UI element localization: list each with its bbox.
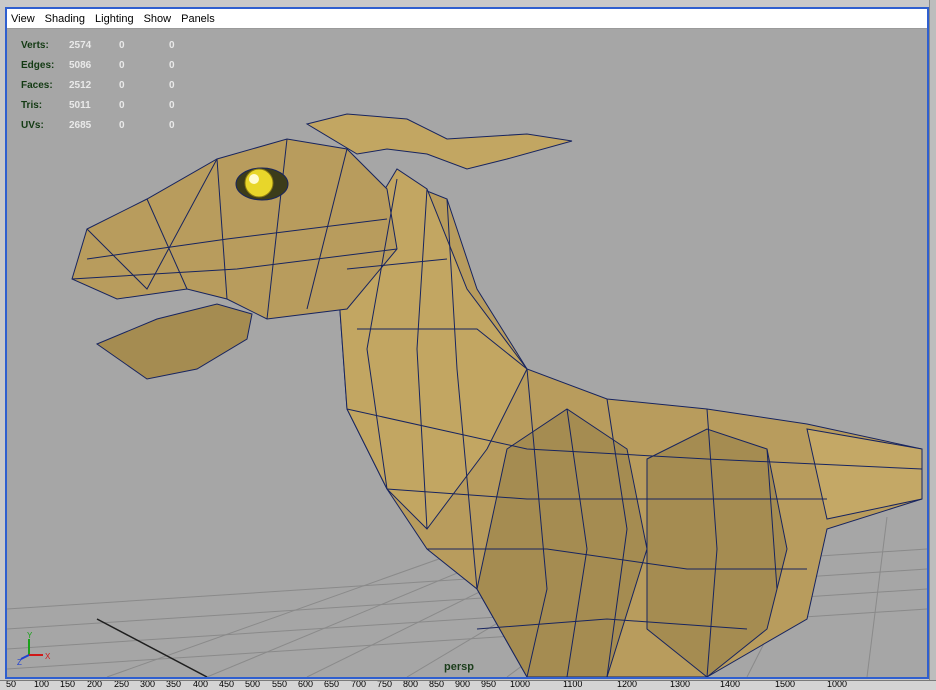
ruler-tick: 1500 bbox=[775, 680, 796, 689]
panel-splitter[interactable] bbox=[929, 0, 936, 689]
ruler-tick: 400 bbox=[193, 680, 209, 689]
ruler-tick: 950 bbox=[481, 680, 497, 689]
ruler-tick: 50 bbox=[6, 680, 17, 689]
hud-row-tris: Tris: 5011 0 0 bbox=[21, 99, 175, 111]
ruler-tick: 1000 bbox=[827, 680, 848, 689]
ruler-tick: 600 bbox=[298, 680, 314, 689]
axis-x-label: X bbox=[45, 652, 51, 661]
ruler-tick: 350 bbox=[166, 680, 182, 689]
viewport-menubar: View Shading Lighting Show Panels bbox=[7, 9, 927, 29]
ruler-tick: 500 bbox=[245, 680, 261, 689]
ruler-tick: 650 bbox=[324, 680, 340, 689]
menu-lighting[interactable]: Lighting bbox=[95, 13, 134, 25]
ruler-tick: 150 bbox=[60, 680, 76, 689]
axis-y-label: Y bbox=[27, 631, 33, 640]
hud-row-edges: Edges: 5086 0 0 bbox=[21, 59, 175, 71]
menu-panels[interactable]: Panels bbox=[181, 13, 215, 25]
hud-row-verts: Verts: 2574 0 0 bbox=[21, 39, 175, 51]
ruler-tick: 300 bbox=[140, 680, 156, 689]
hud-row-faces: Faces: 2512 0 0 bbox=[21, 79, 175, 91]
menu-show[interactable]: Show bbox=[144, 13, 172, 25]
ruler-tick: 450 bbox=[219, 680, 235, 689]
axis-z-label: Z bbox=[17, 658, 22, 667]
ruler-tick: 550 bbox=[272, 680, 288, 689]
ruler-tick: 750 bbox=[377, 680, 393, 689]
menu-view[interactable]: View bbox=[11, 13, 35, 25]
camera-name: persp bbox=[444, 661, 474, 673]
ruler-tick: 100 bbox=[34, 680, 50, 689]
ruler-tick: 900 bbox=[455, 680, 471, 689]
ruler-tick: 700 bbox=[351, 680, 367, 689]
ruler-tick: 1000 bbox=[510, 680, 531, 689]
ruler-tick: 850 bbox=[429, 680, 445, 689]
menu-shading[interactable]: Shading bbox=[45, 13, 85, 25]
creature-eye bbox=[235, 167, 289, 201]
hud-row-uvs: UVs: 2685 0 0 bbox=[21, 119, 175, 131]
axis-gizmo-icon: Y Z X bbox=[17, 631, 51, 667]
ruler-tick: 200 bbox=[87, 680, 103, 689]
ruler-tick: 800 bbox=[403, 680, 419, 689]
ruler-tick: 1300 bbox=[670, 680, 691, 689]
poly-count-hud: Verts: 2574 0 0 Edges: 5086 0 0 Faces: 2… bbox=[21, 35, 219, 135]
ruler-tick: 1100 bbox=[563, 680, 583, 689]
ruler-tick: 250 bbox=[114, 680, 130, 689]
ruler-tick: 1200 bbox=[617, 680, 638, 689]
ruler-tick: 1400 bbox=[720, 680, 741, 689]
creature-model[interactable] bbox=[71, 113, 923, 677]
viewport[interactable]: View Shading Lighting Show Panels Verts:… bbox=[5, 7, 929, 679]
